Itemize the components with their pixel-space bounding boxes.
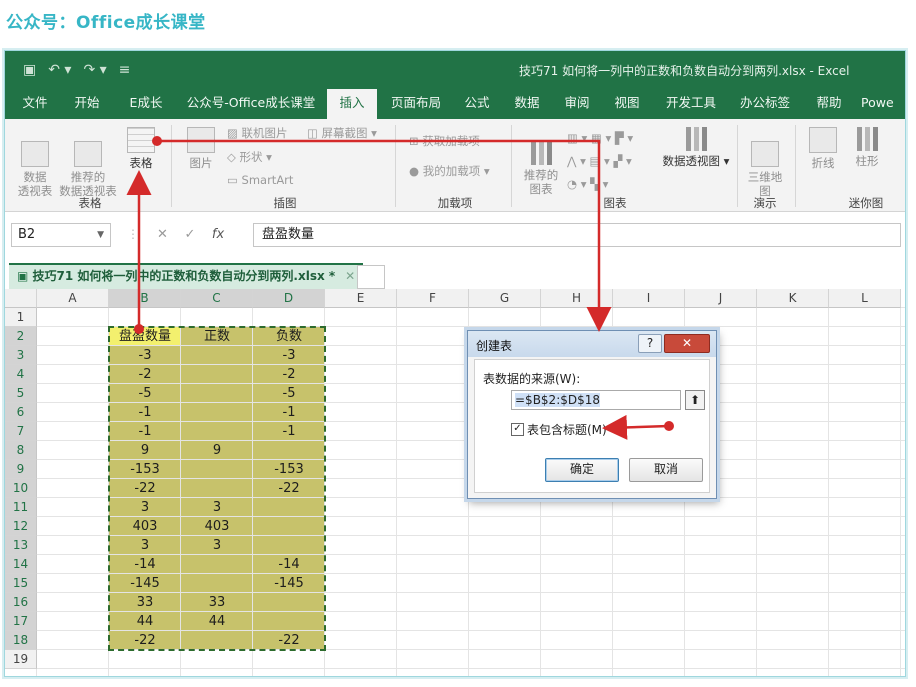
excel-window: ▣ ↶ ▾ ↷ ▾ ≡ 技巧71 如何将一列中的正数和负数自动分到两列.xlsx - … — [4, 50, 906, 677]
arrow-to-has-headers — [602, 414, 674, 440]
arrow-table-to-dialog — [152, 136, 612, 332]
annotation-arrows — [126, 136, 674, 440]
arrow-range-to-table-button — [126, 170, 152, 334]
brand-title: 公众号：Office成长课堂 — [6, 13, 206, 33]
